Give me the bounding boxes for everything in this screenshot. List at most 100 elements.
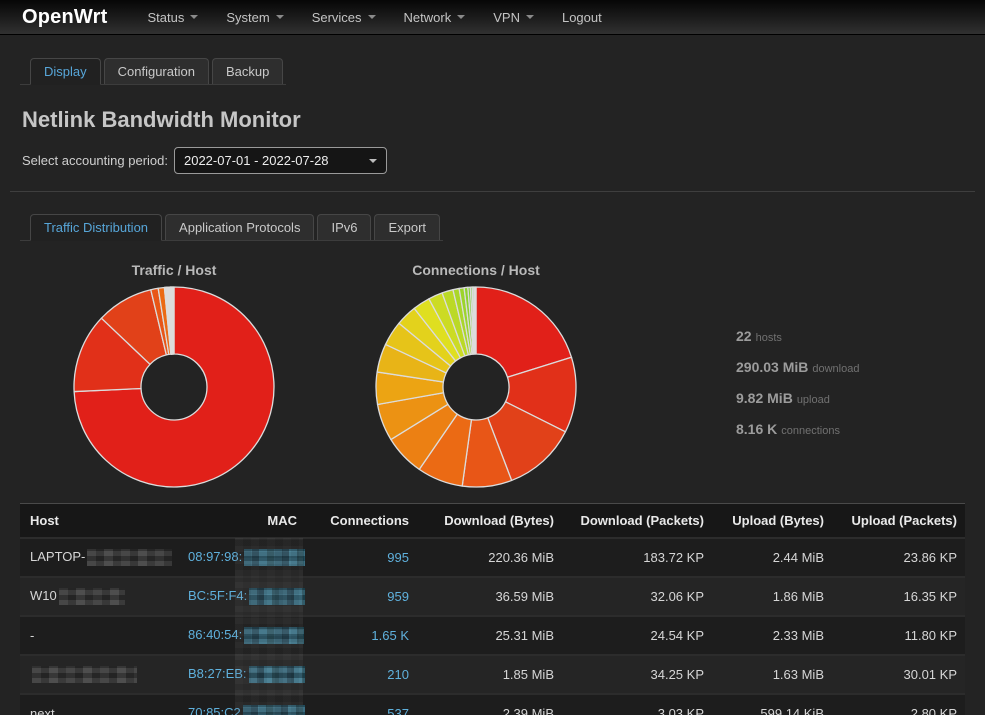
mac-cell: BC:5F:F4: <box>180 577 305 616</box>
stat-connections: 8.16 Kconnections <box>736 421 859 437</box>
subtab-application-protocols[interactable]: Application Protocols <box>165 214 314 240</box>
stat-unit: upload <box>797 394 830 406</box>
hosts-table-wrap: HostMACConnectionsDownload (Bytes)Downlo… <box>20 503 965 715</box>
traffic-per-host-chart: Traffic / Host <box>64 262 284 495</box>
table-row: B8:27:EB:2101.85 MiB34.25 KP1.63 MiB30.0… <box>20 655 965 694</box>
upload-packets-cell: 16.35 KP <box>832 577 965 616</box>
stat-value: 9.82 MiB <box>736 390 793 406</box>
subtab-ipv6[interactable]: IPv6 <box>317 214 371 240</box>
nav-item-services[interactable]: Services <box>298 1 390 34</box>
upload-bytes-cell: 2.44 MiB <box>712 538 832 577</box>
top-navbar: OpenWrt StatusSystemServicesNetworkVPNLo… <box>0 0 985 35</box>
nav-item-logout[interactable]: Logout <box>548 1 616 34</box>
connections-cell: 1.65 K <box>305 616 417 655</box>
chevron-down-icon <box>369 159 377 163</box>
host-cell: W10 <box>20 577 180 616</box>
connections-link[interactable]: 210 <box>387 667 409 682</box>
redacted-mac <box>243 705 305 715</box>
nav-item-label: Logout <box>562 10 602 25</box>
subtab-traffic-distribution[interactable]: Traffic Distribution <box>30 214 162 241</box>
pie-slice <box>173 287 174 354</box>
mac-cell: 08:97:98: <box>180 538 305 577</box>
accounting-period-select[interactable]: 2022-07-01 - 2022-07-28 <box>174 147 387 174</box>
main-menu: Status System ServicesNetworkVPN Logout <box>133 1 615 34</box>
chevron-down-icon <box>276 15 284 19</box>
nav-item-network[interactable]: Network <box>390 1 480 34</box>
mac-cell: B8:27:EB: <box>180 655 305 694</box>
host-name: LAPTOP- <box>30 549 85 564</box>
col-header-upload-bytes-[interactable]: Upload (Bytes) <box>712 504 832 538</box>
download-packets-cell: 34.25 KP <box>562 655 712 694</box>
connections-cell: 995 <box>305 538 417 577</box>
redacted-mac <box>249 666 305 683</box>
chart-title: Traffic / Host <box>64 262 284 278</box>
upload-bytes-cell: 1.63 MiB <box>712 655 832 694</box>
accounting-period-value: 2022-07-01 - 2022-07-28 <box>184 153 329 168</box>
redacted-host <box>59 588 125 605</box>
tab-configuration[interactable]: Configuration <box>104 58 209 84</box>
table-row: - 86:40:54: 1.65 K 25.31 MiB24.54 KP2.33 Mi… <box>20 616 965 655</box>
mac-link[interactable]: 08:97:98: <box>188 549 242 564</box>
chevron-down-icon <box>368 15 376 19</box>
chart-title: Connections / Host <box>366 262 586 278</box>
redacted-host <box>87 549 172 566</box>
col-header-download-packets-[interactable]: Download (Packets) <box>562 504 712 538</box>
mac-link[interactable]: B8:27:EB: <box>188 666 247 681</box>
nav-item-label: Status <box>147 10 184 25</box>
host-cell: - <box>20 616 180 655</box>
connections-per-host-chart: Connections / Host <box>366 262 586 495</box>
upload-bytes-cell: 1.86 MiB <box>712 577 832 616</box>
col-header-mac[interactable]: MAC <box>180 504 305 538</box>
pie-slice <box>475 287 476 354</box>
redacted-host <box>32 666 137 683</box>
stat-hosts: 22hosts <box>736 328 859 344</box>
sub-tabbar: Traffic DistributionApplication Protocol… <box>20 214 443 241</box>
mac-cell: 86:40:54: <box>180 616 305 655</box>
host-name: - <box>30 628 34 643</box>
nav-item-vpn[interactable]: VPN <box>479 1 548 34</box>
upload-packets-cell: 11.80 KP <box>832 616 965 655</box>
mac-link[interactable]: 86:40:54: <box>188 627 242 642</box>
chevron-down-icon <box>457 15 465 19</box>
download-bytes-cell: 1.85 MiB <box>417 655 562 694</box>
chevron-down-icon <box>526 15 534 19</box>
charts-row: Traffic / Host Connections / Host 22host… <box>20 262 965 495</box>
col-header-host[interactable]: Host <box>20 504 180 538</box>
upload-bytes-cell: 2.33 MiB <box>712 616 832 655</box>
table-row: LAPTOP-08:97:98:995220.36 MiB183.72 KP2.… <box>20 538 965 577</box>
stat-download: 290.03 MiBdownload <box>736 359 859 375</box>
nav-item-system[interactable]: System <box>212 1 297 34</box>
stat-unit: download <box>812 363 859 375</box>
subtab-export[interactable]: Export <box>374 214 440 240</box>
host-name: W10 <box>30 588 57 603</box>
mac-link[interactable]: 70:85:C2 <box>188 705 241 715</box>
download-bytes-cell: 25.31 MiB <box>417 616 562 655</box>
tab-backup[interactable]: Backup <box>212 58 283 84</box>
tab-display[interactable]: Display <box>30 58 101 85</box>
col-header-download-bytes-[interactable]: Download (Bytes) <box>417 504 562 538</box>
connections-cell: 959 <box>305 577 417 616</box>
upload-packets-cell: 23.86 KP <box>832 538 965 577</box>
col-header-upload-packets-[interactable]: Upload (Packets) <box>832 504 965 538</box>
download-bytes-cell: 2.39 MiB <box>417 694 562 715</box>
table-row: next70:85:C25372.39 MiB3.03 KP599.14 KiB… <box>20 694 965 715</box>
mac-link[interactable]: BC:5F:F4: <box>188 588 247 603</box>
download-bytes-cell: 36.59 MiB <box>417 577 562 616</box>
connections-link[interactable]: 537 <box>387 706 409 715</box>
download-packets-cell: 32.06 KP <box>562 577 712 616</box>
main-tabbar: DisplayConfigurationBackup <box>20 58 286 85</box>
host-cell: LAPTOP- <box>20 538 180 577</box>
mac-cell: 70:85:C2 <box>180 694 305 715</box>
stat-unit: connections <box>781 425 840 437</box>
page-title: Netlink Bandwidth Monitor <box>22 107 965 133</box>
hosts-table: HostMACConnectionsDownload (Bytes)Downlo… <box>20 504 965 715</box>
divider <box>10 191 975 192</box>
connections-link[interactable]: 959 <box>387 589 409 604</box>
upload-packets-cell: 2.80 KP <box>832 694 965 715</box>
nav-item-status[interactable]: Status <box>133 1 212 34</box>
download-packets-cell: 24.54 KP <box>562 616 712 655</box>
connections-link[interactable]: 1.65 K <box>371 628 409 643</box>
col-header-connections[interactable]: Connections <box>305 504 417 538</box>
connections-link[interactable]: 995 <box>387 550 409 565</box>
nav-item-label: System <box>226 10 269 25</box>
